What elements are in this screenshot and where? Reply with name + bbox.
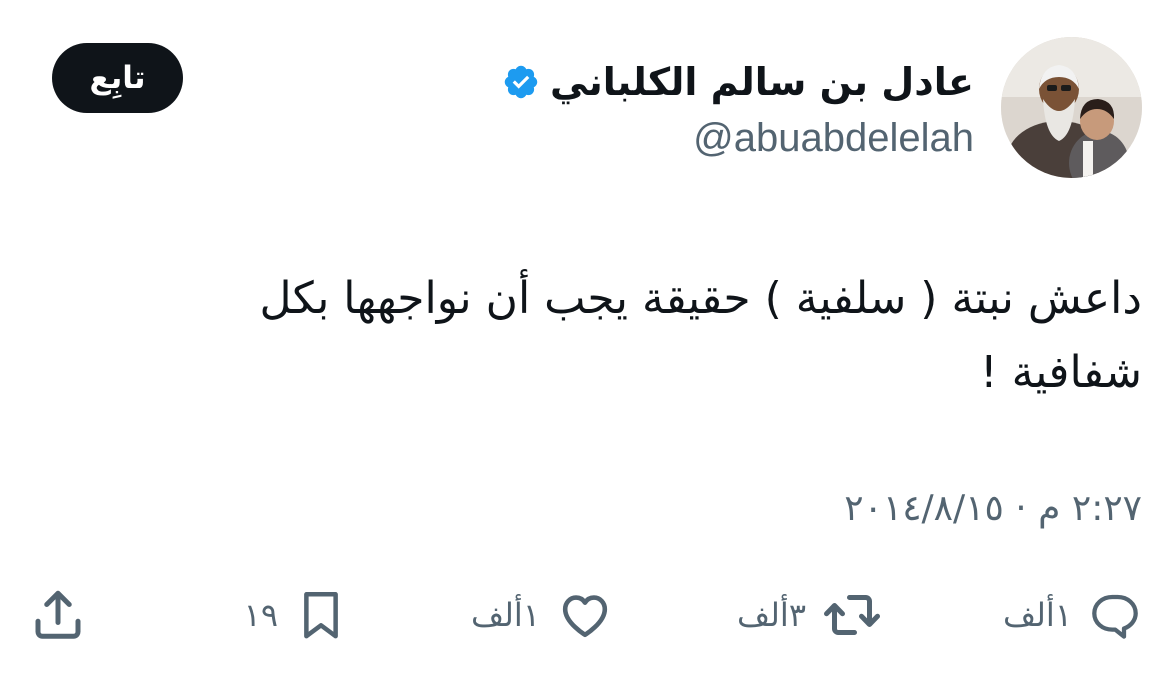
reply-icon xyxy=(1092,594,1138,639)
bookmark-count: ١٩ xyxy=(243,596,278,634)
author-name-row[interactable]: عادل بن سالم الكلباني xyxy=(502,54,974,110)
bookmark-button[interactable]: ١٩ xyxy=(244,585,348,645)
tweet-card: عادل بن سالم الكلباني @abuabdelelah تابِ… xyxy=(0,0,1170,700)
tweet-text: داعش نبتة ( سلفية ) حقيقة يجب أن نواجهها… xyxy=(259,273,1142,398)
retweet-icon xyxy=(824,595,880,635)
reply-button[interactable]: ١ألف xyxy=(1003,585,1142,645)
author-display-name[interactable]: عادل بن سالم الكلباني xyxy=(550,63,974,101)
share-icon xyxy=(35,590,81,639)
bookmark-icon xyxy=(304,592,338,639)
author-handle[interactable]: @abuabdelelah xyxy=(693,116,974,161)
retweet-button[interactable]: ٣ألف xyxy=(737,585,882,645)
tweet-timestamp[interactable]: ٢:٢٧ م · ٢٠١٤/٨/١٥ xyxy=(844,488,1142,529)
follow-button[interactable]: تابِع xyxy=(52,43,183,113)
avatar-photo xyxy=(1001,37,1142,178)
reply-count: ١ألف xyxy=(1003,596,1072,634)
retweet-count: ٣ألف xyxy=(737,596,806,634)
heart-icon xyxy=(562,595,608,638)
share-button[interactable] xyxy=(28,585,88,645)
verified-badge-icon xyxy=(504,65,538,99)
avatar[interactable] xyxy=(1001,37,1142,178)
like-count: ١ألف xyxy=(471,596,540,634)
like-button[interactable]: ١ألف xyxy=(471,585,614,645)
